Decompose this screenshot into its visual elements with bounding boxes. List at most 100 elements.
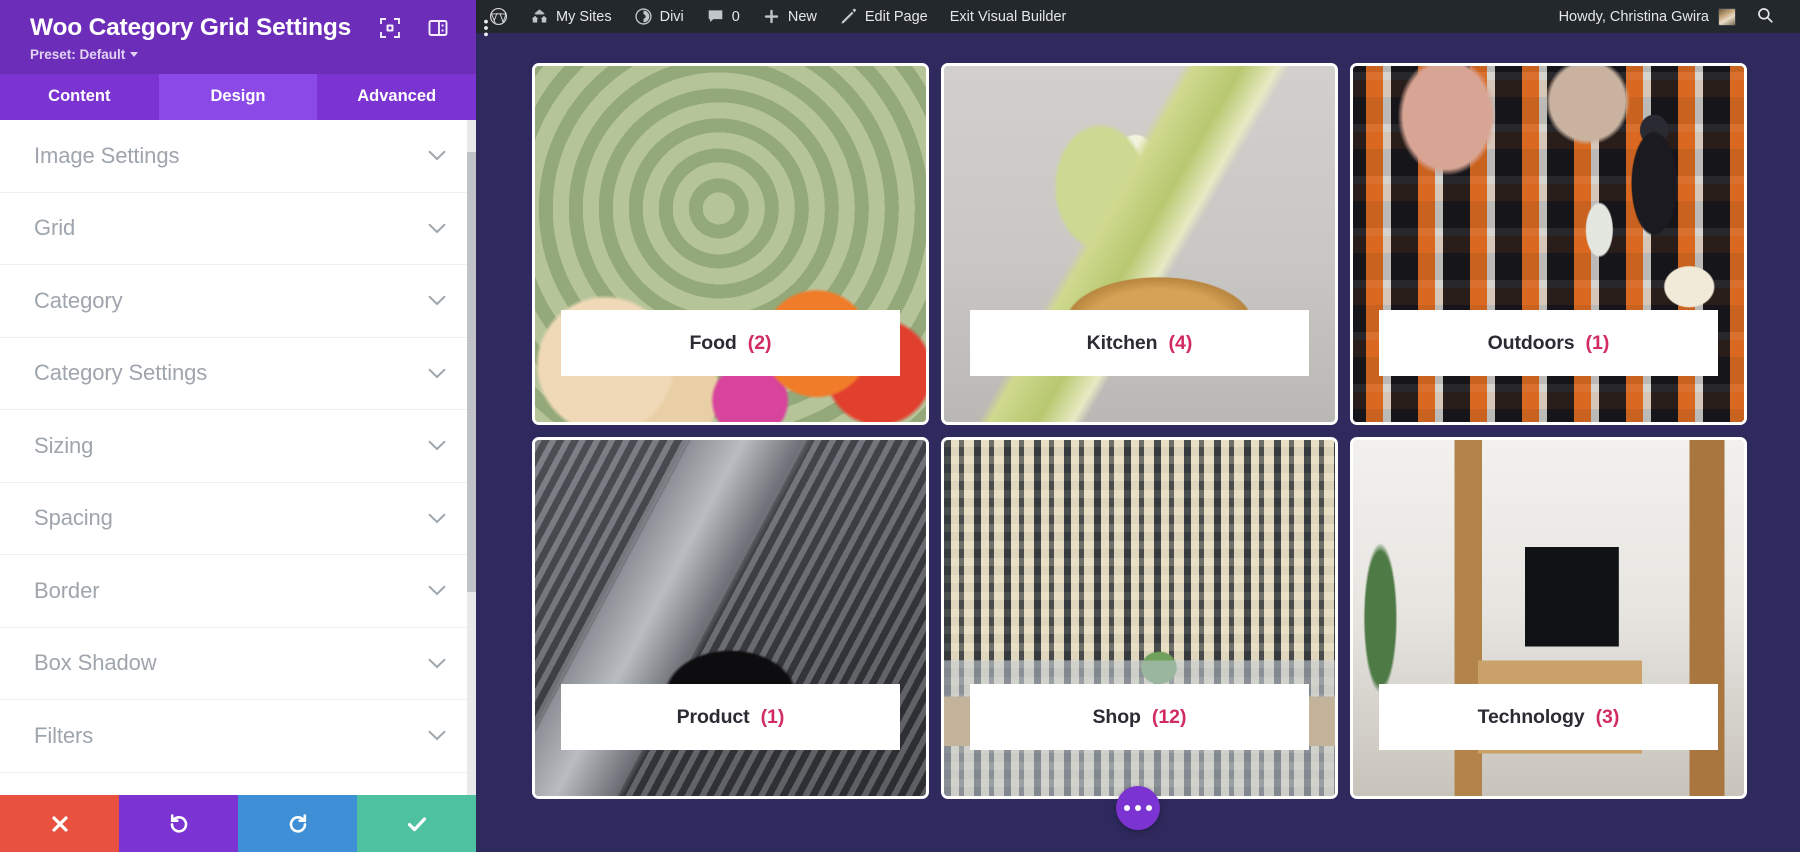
section-border[interactable]: Border [0,555,476,628]
save-button[interactable] [357,795,476,852]
section-label: Filters [34,722,94,748]
admin-bar-howdy[interactable]: Howdy, Christina Gwira [1549,7,1746,26]
check-icon [405,812,429,836]
section-label: Box Shadow [34,650,157,676]
settings-panel-header: Woo Category Grid Settings Preset: Defau… [0,0,488,74]
category-card-kitchen[interactable]: Kitchen (4) [941,63,1338,425]
tab-content[interactable]: Content [0,74,159,120]
section-category[interactable]: Category [0,265,476,338]
category-name: Technology [1477,705,1585,728]
category-card-label: Kitchen (4) [970,310,1309,376]
section-label: Grid [34,215,76,241]
category-count: (12) [1151,705,1187,728]
section-label: Spacing [34,505,113,531]
close-icon [49,813,71,835]
category-card-technology[interactable]: Technology (3) [1350,437,1747,799]
layout-panel-icon[interactable] [427,17,449,39]
admin-bar-item-label: Divi [659,8,684,25]
section-box-shadow[interactable]: Box Shadow [0,628,476,700]
tab-design[interactable]: Design [158,74,318,120]
chevron-down-icon [428,585,446,596]
panel-scrollbar-track[interactable] [467,120,476,795]
admin-bar-edit-page[interactable]: Edit Page [828,0,939,33]
chevron-down-icon [428,150,446,161]
category-card-label: Product (1) [561,684,900,750]
settings-panel-footer [0,795,476,852]
settings-section-list: Image Settings Grid Category Category Se… [0,120,476,795]
admin-bar-search-button[interactable] [1746,6,1788,28]
admin-bar-exit-visual-builder[interactable]: Exit Visual Builder [939,0,1078,33]
admin-bar-item-label: 0 [731,8,740,25]
tab-advanced[interactable]: Advanced [317,74,476,120]
comment-icon [706,7,725,26]
chevron-down-icon [428,295,446,306]
more-vertical-icon[interactable] [475,17,497,39]
chevron-down-icon [428,513,446,524]
section-label: Category Settings [34,360,208,386]
pencil-icon [839,7,858,26]
admin-bar-my-sites[interactable]: My Sites [519,0,623,33]
avatar [1718,7,1736,26]
section-label: Sizing [34,432,94,458]
settings-panel-title: Woo Category Grid Settings [30,14,352,41]
app-screen: Woo Category Grid Settings Preset: Defau… [0,0,1800,852]
chevron-down-icon [428,658,446,669]
category-count: (1) [1585,331,1610,354]
category-name: Outdoors [1487,331,1575,354]
redo-button[interactable] [238,795,357,852]
redo-icon [287,813,309,835]
category-card-label: Food (2) [561,310,900,376]
chevron-down-icon [428,223,446,234]
undo-icon [168,813,190,835]
divi-icon [634,7,653,26]
category-card-food[interactable]: Food (2) [532,63,929,425]
cancel-button[interactable] [0,795,119,852]
plus-icon [762,7,781,26]
section-grid[interactable]: Grid [0,193,476,265]
category-card-label: Technology (3) [1379,684,1718,750]
settings-tabs: Content Design Advanced [0,74,476,120]
chevron-down-icon [428,730,446,741]
preset-selector[interactable]: Preset: Default [30,47,452,62]
section-label: Border [34,577,100,603]
category-card-outdoors[interactable]: Outdoors (1) [1350,63,1747,425]
focus-target-icon[interactable] [379,17,401,39]
section-filters[interactable]: Filters [0,700,476,773]
category-count: (4) [1168,331,1193,354]
section-label: Image Settings [34,142,180,168]
category-name: Product [676,705,750,728]
admin-bar-item-label: Exit Visual Builder [949,8,1067,25]
admin-bar-comments[interactable]: 0 [695,0,751,33]
category-card-label: Shop (12) [970,684,1309,750]
howdy-label: Howdy, Christina Gwira [1558,8,1709,25]
admin-bar-item-label: My Sites [556,8,612,25]
search-icon [1756,6,1774,28]
admin-bar-left-group: My Sites Divi 0 New Edit Page Exit Visua… [476,0,1077,33]
section-label: Category [34,287,123,313]
undo-button[interactable] [119,795,238,852]
admin-bar-right-group: Howdy, Christina Gwira [1549,6,1800,28]
section-image-settings[interactable]: Image Settings [0,120,476,193]
category-count: (2) [747,331,772,354]
category-card-label: Outdoors (1) [1379,310,1718,376]
category-count: (3) [1595,705,1620,728]
module-settings-panel: Woo Category Grid Settings Preset: Defau… [0,0,488,852]
sites-icon [530,7,549,26]
section-sizing[interactable]: Sizing [0,410,476,483]
options-fab[interactable] [1116,786,1160,830]
category-card-product[interactable]: Product (1) [532,437,929,799]
woo-category-grid: Food (2) Kitchen (4) Outdoors (1) Produc… [532,63,1747,799]
admin-bar-divi[interactable]: Divi [623,0,695,33]
chevron-down-icon [428,368,446,379]
category-count: (1) [760,705,785,728]
wp-admin-bar: My Sites Divi 0 New Edit Page Exit Visua… [476,0,1800,33]
category-card-shop[interactable]: Shop (12) [941,437,1338,799]
section-category-settings[interactable]: Category Settings [0,338,476,410]
admin-bar-new[interactable]: New [751,0,828,33]
category-name: Food [689,331,737,354]
admin-bar-item-label: New [787,8,817,25]
panel-scrollbar-thumb[interactable] [467,152,476,592]
admin-bar-item-label: Edit Page [864,8,928,25]
section-spacing[interactable]: Spacing [0,483,476,555]
category-name: Shop [1092,705,1141,728]
